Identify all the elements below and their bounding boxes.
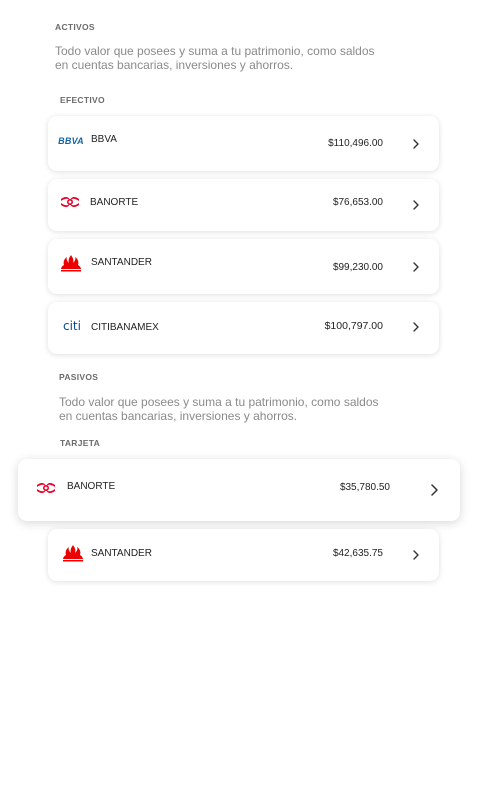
chevron-right-icon[interactable] xyxy=(429,484,439,496)
chevron-right-icon[interactable] xyxy=(411,200,421,210)
liability-card-banorte[interactable]: BANORTE $35,780.50 xyxy=(18,459,460,521)
santander-logo-icon xyxy=(60,254,82,272)
bank-name: BANORTE xyxy=(67,481,116,492)
bank-name: CITIBANAMEX xyxy=(91,322,159,333)
citi-logo-icon: citi xyxy=(63,319,81,333)
account-card-banorte[interactable]: BANORTE $76,653.00 xyxy=(48,179,439,231)
tarjeta-label: TARJETA xyxy=(60,438,101,448)
bank-name: BBVA xyxy=(91,134,117,145)
account-card-santander[interactable]: SANTANDER $99,230.00 xyxy=(48,239,439,294)
chevron-right-icon[interactable] xyxy=(411,139,421,149)
efectivo-label: EFECTIVO xyxy=(60,95,105,105)
account-amount: $76,653.00 xyxy=(332,197,383,208)
account-amount: $110,496.00 xyxy=(328,138,383,149)
bank-name: SANTANDER xyxy=(91,548,152,559)
account-card-citibanamex[interactable]: citi CITIBANAMEX $100,797.00 xyxy=(48,302,439,354)
banorte-logo-icon xyxy=(59,195,81,209)
chevron-right-icon[interactable] xyxy=(411,550,421,560)
activos-description: Todo valor que posees y suma a tu patrim… xyxy=(55,44,375,72)
account-amount: $100,797.00 xyxy=(324,320,383,332)
account-amount: $99,230.00 xyxy=(332,262,383,273)
bbva-logo-icon: BBVA xyxy=(58,136,84,146)
account-amount: $42,635.75 xyxy=(332,548,383,559)
bank-name: SANTANDER xyxy=(91,257,152,268)
liability-card-santander[interactable]: SANTANDER $42,635.75 xyxy=(48,529,439,581)
santander-logo-icon xyxy=(62,544,84,562)
chevron-right-icon[interactable] xyxy=(411,322,421,332)
pasivos-description: Todo valor que posees y suma a tu patrim… xyxy=(59,395,379,423)
activos-title: ACTIVOS xyxy=(55,22,95,32)
chevron-right-icon[interactable] xyxy=(411,262,421,272)
account-card-bbva[interactable]: BBVA BBVA $110,496.00 xyxy=(48,116,439,171)
banorte-logo-icon xyxy=(34,481,58,495)
pasivos-title: PASIVOS xyxy=(59,372,99,382)
account-amount: $35,780.50 xyxy=(339,482,390,493)
bank-name: BANORTE xyxy=(90,197,139,208)
